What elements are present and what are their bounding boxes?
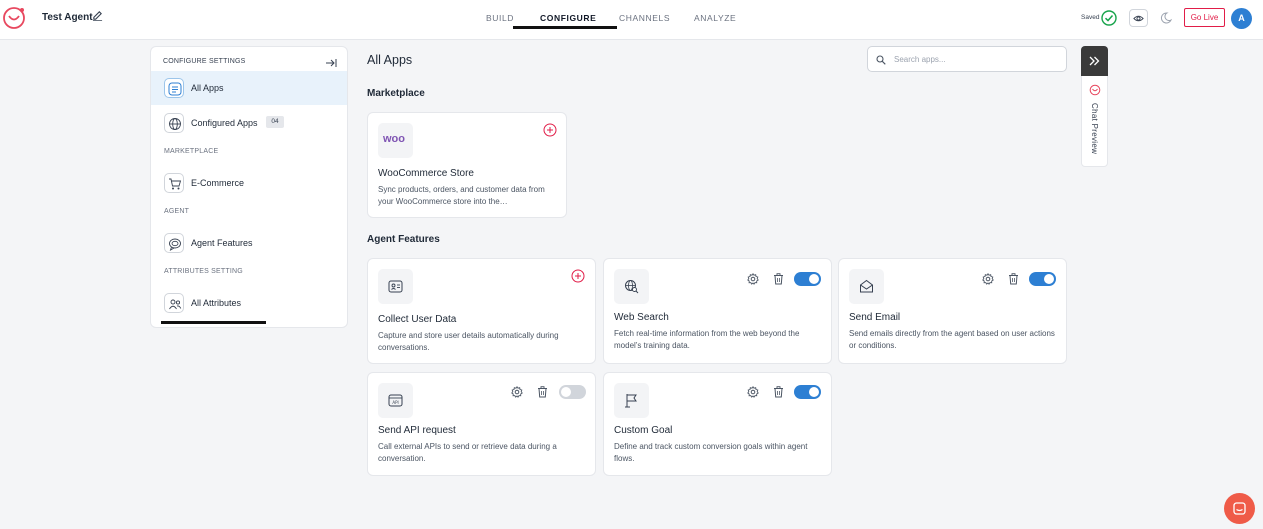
brand-logo-icon <box>1089 84 1101 96</box>
sidebar-item-e-commerce[interactable]: E-Commerce <box>151 166 347 200</box>
trash-icon[interactable] <box>773 273 784 285</box>
feature-card-collect-user-data[interactable]: Collect User Data Capture and store user… <box>367 258 596 364</box>
sidebar-item-label: Configured Apps <box>191 118 258 128</box>
double-chevron-right-icon <box>1089 56 1100 66</box>
feature-title: Custom Goal <box>614 425 673 436</box>
cart-icon <box>164 173 184 193</box>
sidebar-item-label: Agent Features <box>191 238 253 248</box>
globe-icon <box>164 113 184 133</box>
app-title: WooCommerce Store <box>378 168 474 179</box>
app-card-woocommerce[interactable]: woo WooCommerce Store Sync products, ord… <box>367 112 567 218</box>
sidebar-title: CONFIGURE SETTINGS <box>163 58 246 65</box>
feature-title: Send API request <box>378 425 456 436</box>
sidebar-item-configured-apps[interactable]: Configured Apps 04 <box>151 106 347 140</box>
trash-icon[interactable] <box>773 386 784 398</box>
chat-icon <box>1233 502 1246 515</box>
settings-gear-icon[interactable] <box>747 273 759 285</box>
edit-pencil-icon[interactable] <box>92 10 103 21</box>
sidebar-scrollbar[interactable] <box>161 321 266 324</box>
active-tab-indicator <box>513 26 617 29</box>
page-title: All Apps <box>367 53 413 67</box>
settings-gear-icon[interactable] <box>511 386 523 398</box>
svg-text:API: API <box>392 400 398 405</box>
search-field[interactable] <box>867 46 1067 72</box>
id-card-icon <box>378 269 413 304</box>
woo-logo-text: woo <box>383 133 405 145</box>
section-label-agent: AGENT <box>164 208 190 215</box>
enable-toggle[interactable] <box>794 385 821 399</box>
user-avatar[interactable]: A <box>1231 8 1252 29</box>
sidebar-item-all-attributes[interactable]: All Attributes <box>151 286 347 320</box>
feature-title: Send Email <box>849 312 901 323</box>
tab-build[interactable]: BUILD <box>486 13 514 23</box>
add-circle-icon[interactable] <box>543 123 557 137</box>
chat-preview-label: Chat Preview <box>1090 103 1099 155</box>
top-header: Test Agent BUILD CONFIGURE CHANNELS ANAL… <box>0 0 1263 40</box>
tab-configure[interactable]: CONFIGURE <box>540 13 596 23</box>
sidebar-item-all-apps[interactable]: All Apps <box>151 71 347 105</box>
tab-channels[interactable]: CHANNELS <box>619 13 670 23</box>
feature-description: Define and track custom conversion goals… <box>614 442 808 463</box>
trash-icon[interactable] <box>1008 273 1019 285</box>
eye-icon <box>1133 15 1144 22</box>
feature-title: Collect User Data <box>378 314 457 325</box>
count-badge: 04 <box>266 116 284 128</box>
api-icon: API <box>378 383 413 418</box>
email-icon <box>849 269 884 304</box>
saved-status: Saved <box>1081 14 1100 21</box>
collapse-sidebar-icon[interactable] <box>325 57 337 69</box>
configure-sidebar: CONFIGURE SETTINGS All Apps Configured A… <box>150 46 348 328</box>
trash-icon[interactable] <box>537 386 548 398</box>
feature-card-send-email[interactable]: Send Email Send emails directly from the… <box>838 258 1067 364</box>
feature-description: Call external APIs to send or retrieve d… <box>378 442 557 463</box>
enable-toggle[interactable] <box>559 385 586 399</box>
sidebar-item-label: E-Commerce <box>191 178 245 188</box>
sidebar-item-label: All Apps <box>191 83 224 93</box>
sidebar-item-agent-features[interactable]: Agent Features <box>151 226 347 260</box>
toggle-knob <box>809 274 819 284</box>
chat-preview-panel-tab[interactable]: Chat Preview <box>1081 46 1108 167</box>
check-circle-icon <box>1101 10 1117 26</box>
go-live-button[interactable]: Go Live <box>1184 8 1225 27</box>
add-circle-icon[interactable] <box>571 269 585 283</box>
feature-card-custom-goal[interactable]: Custom Goal Define and track custom conv… <box>603 372 832 476</box>
feature-card-web-search[interactable]: Web Search Fetch real-time information f… <box>603 258 832 364</box>
search-input[interactable] <box>894 52 1059 67</box>
toggle-knob <box>809 387 819 397</box>
preview-button[interactable] <box>1129 9 1148 27</box>
enable-toggle[interactable] <box>1029 272 1056 286</box>
tab-analyze[interactable]: ANALYZE <box>694 13 736 23</box>
users-icon <box>164 293 184 313</box>
support-chat-button[interactable] <box>1224 493 1255 524</box>
section-label-marketplace: MARKETPLACE <box>164 148 219 155</box>
flag-icon <box>614 383 649 418</box>
list-icon <box>164 78 184 98</box>
woocommerce-logo: woo <box>378 123 413 158</box>
feature-description: Send emails directly from the agent base… <box>849 329 1055 350</box>
enable-toggle[interactable] <box>794 272 821 286</box>
settings-gear-icon[interactable] <box>747 386 759 398</box>
agent-name: Test Agent <box>42 12 93 23</box>
toggle-knob <box>561 387 571 397</box>
sidebar-item-label: All Attributes <box>191 298 242 308</box>
feature-description: Fetch real-time information from the web… <box>614 329 800 350</box>
agent-features-heading: Agent Features <box>367 234 440 245</box>
feature-card-send-api-request[interactable]: API Send API request Call external APIs … <box>367 372 596 476</box>
settings-gear-icon[interactable] <box>982 273 994 285</box>
app-description: Sync products, orders, and customer data… <box>378 185 545 206</box>
feature-title: Web Search <box>614 312 669 323</box>
theme-toggle-icon[interactable] <box>1160 12 1172 24</box>
section-label-attributes-setting: ATTRIBUTES SETTING <box>164 268 243 275</box>
feature-description: Capture and store user details automatic… <box>378 331 559 352</box>
chat-bubble-icon <box>164 233 184 253</box>
search-icon <box>876 55 886 65</box>
brand-logo-icon[interactable] <box>2 6 26 30</box>
web-search-icon <box>614 269 649 304</box>
toggle-knob <box>1044 274 1054 284</box>
marketplace-heading: Marketplace <box>367 88 425 99</box>
expand-chat-preview-button[interactable] <box>1081 46 1108 76</box>
